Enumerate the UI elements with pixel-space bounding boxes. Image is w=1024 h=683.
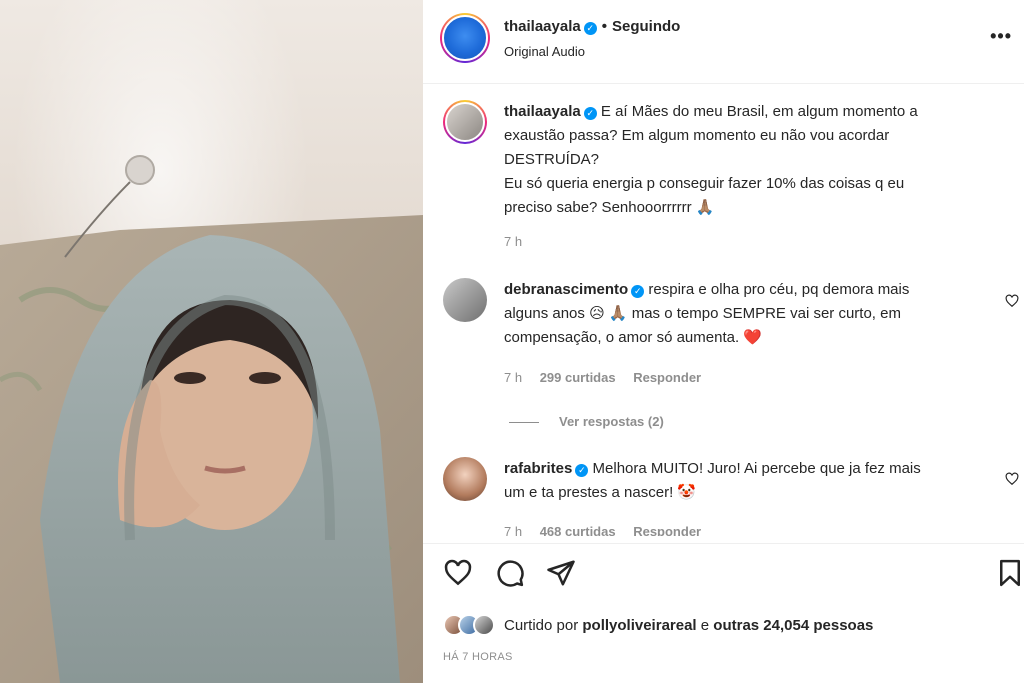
photo-illustration xyxy=(0,0,423,683)
separator-dot: • xyxy=(601,18,607,35)
bookmark-icon[interactable] xyxy=(995,558,1024,588)
liker-username[interactable]: pollyoliveirareal xyxy=(582,617,696,634)
comment-line: alguns anos 😥 🙏🏽 mas o tempo SEMPRE vai … xyxy=(504,305,901,322)
caption-line: E aí Mães do meu Brasil, em algum moment… xyxy=(600,103,918,120)
action-bar xyxy=(443,558,1023,592)
likes-conjunction: e xyxy=(700,616,710,634)
post-detail-panel: thailaayala ✓ • Seguindo Original Audio •••… xyxy=(423,0,1024,683)
comment-text: debranascimento ✓ respira e olha pro céu,… xyxy=(504,278,1004,350)
comment-meta: 7 h 468 curtidas Responder xyxy=(504,524,715,536)
reply-button[interactable]: Responder xyxy=(633,370,701,385)
comment-line: Melhora MUITO! Juro! Ai percebe que ja f… xyxy=(592,460,921,477)
post-photo xyxy=(0,0,423,683)
commenter-avatar[interactable] xyxy=(443,457,487,501)
view-replies-button[interactable]: Ver respostas (2) xyxy=(509,414,664,429)
comment-line: compensação, o amor só aumenta. ❤️ xyxy=(504,329,762,346)
comment-likes[interactable]: 468 curtidas xyxy=(540,524,616,536)
comment-like-heart-icon[interactable] xyxy=(1005,472,1019,486)
caption-line: Eu só queria energia p conseguir fazer 1… xyxy=(504,175,905,192)
comment-likes[interactable]: 299 curtidas xyxy=(540,370,616,385)
liker-avatar[interactable] xyxy=(473,614,495,636)
post-timestamp[interactable]: HÁ 7 HORAS xyxy=(443,651,513,663)
more-options-icon[interactable]: ••• xyxy=(990,26,1012,47)
likes-text: Curtido por pollyoliveirareal e outras 2… xyxy=(504,617,873,634)
post-header: thailaayala ✓ • Seguindo xyxy=(504,18,680,35)
verified-badge-icon: ✓ xyxy=(583,22,597,35)
verified-badge-icon: ✓ xyxy=(631,285,645,298)
caption-line: exaustão passa? Em algum momento eu não … xyxy=(504,127,890,144)
comment-line: respira e olha pro céu, pq demora mais xyxy=(648,281,910,298)
likes-prefix: Curtido por xyxy=(504,616,579,634)
caption-line: DESTRUÍDA? xyxy=(504,151,600,168)
heart-icon[interactable] xyxy=(443,558,473,588)
caption-avatar[interactable] xyxy=(443,100,487,144)
audio-link[interactable]: Original Audio xyxy=(504,44,585,59)
caption-text: thailaayala ✓ E aí Mães do meu Brasil, em… xyxy=(504,100,1004,220)
caption-meta: 7 h xyxy=(504,234,536,249)
likes-others-link[interactable]: outras 24,054 pessoas xyxy=(713,617,873,634)
verified-badge-icon: ✓ xyxy=(583,107,597,120)
caption-time[interactable]: 7 h xyxy=(504,234,522,249)
follow-status-button[interactable]: Seguindo xyxy=(612,18,680,35)
send-icon[interactable] xyxy=(546,558,576,588)
author-username[interactable]: thailaayala xyxy=(504,18,581,35)
comment-line: um e ta prestes a nascer! 🤡 xyxy=(504,484,697,501)
commenter-avatar[interactable] xyxy=(443,278,487,322)
header-divider xyxy=(423,83,1024,84)
author-avatar[interactable] xyxy=(440,13,490,63)
verified-badge-icon: ✓ xyxy=(575,464,589,477)
caption-line: preciso sabe? Senhooorrrrrr 🙏🏽 xyxy=(504,199,715,216)
comment-text: rafabrites ✓ Melhora MUITO! Juro! Ai perc… xyxy=(504,457,1004,505)
comment-like-heart-icon[interactable] xyxy=(1005,294,1019,308)
commenter-username[interactable]: debranascimento xyxy=(504,281,628,298)
comment-meta: 7 h 299 curtidas Responder xyxy=(504,370,715,385)
actions-divider xyxy=(423,543,1024,544)
reply-button[interactable]: Responder xyxy=(633,524,701,536)
comment-time[interactable]: 7 h xyxy=(504,524,522,536)
comment-icon[interactable] xyxy=(495,558,525,588)
commenter-username[interactable]: rafabrites xyxy=(504,460,572,477)
comment-time[interactable]: 7 h xyxy=(504,370,522,385)
likes-summary: Curtido por pollyoliveirareal e outras 2… xyxy=(443,612,873,638)
caption-username[interactable]: thailaayala xyxy=(504,103,581,120)
